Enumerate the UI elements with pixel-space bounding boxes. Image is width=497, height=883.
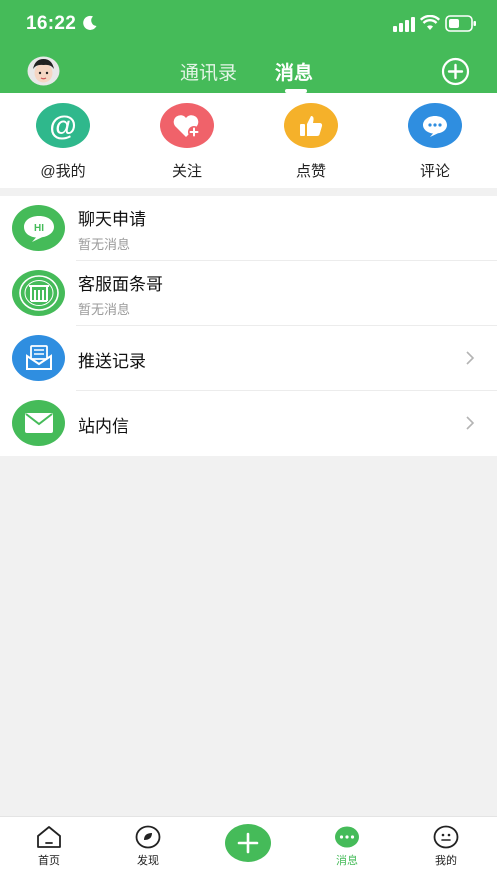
list-item-inbox[interactable]: 站内信 [0, 391, 497, 456]
row-title: 客服面条哥 [78, 275, 163, 294]
svg-text:HI: HI [34, 223, 44, 234]
list-item-push-records[interactable]: 推送记录 [0, 326, 497, 391]
tab-messages-bottom[interactable]: 消息 [317, 825, 377, 868]
discover-icon [135, 825, 161, 849]
battery-icon [445, 15, 476, 32]
tab-label: 我的 [435, 855, 457, 867]
bottom-tab-bar: 首页 发现 消息 我的 [0, 816, 497, 883]
service-logo-icon [12, 270, 65, 316]
push-inbox-icon [12, 335, 65, 381]
tab-profile[interactable]: 我的 [416, 825, 476, 868]
quick-action-label: 点赞 [295, 163, 326, 180]
chevron-right-icon [466, 351, 475, 365]
tab-contacts[interactable]: 通讯录 [180, 58, 237, 85]
wifi-icon [420, 15, 440, 30]
quick-action-label: 关注 [171, 163, 202, 180]
cellular-signal-icon [393, 17, 415, 32]
publish-button[interactable] [225, 824, 271, 862]
chevron-right-icon [466, 416, 475, 430]
message-list: HI 聊天申请 暂无消息 客服面条哥 暂无消息 推送记录 站内信 [0, 196, 497, 456]
status-bar: 16:22 [0, 0, 497, 48]
quick-action-label: 评论 [419, 163, 450, 180]
tab-label: 消息 [336, 855, 358, 867]
status-time: 16:22 [26, 13, 77, 34]
home-icon [37, 826, 61, 848]
moon-icon [83, 15, 97, 30]
quick-action-mentions[interactable]: @ @我的 [18, 103, 108, 181]
tab-discover[interactable]: 发现 [118, 825, 178, 868]
hi-bubble-icon: HI [12, 205, 65, 251]
quick-action-follow[interactable]: 关注 [142, 103, 232, 181]
row-title: 站内信 [78, 417, 129, 436]
row-title: 推送记录 [78, 352, 146, 371]
at-icon: @ [36, 103, 90, 148]
quick-actions: @ @我的 关注 点赞 评论 [0, 93, 497, 188]
quick-action-likes[interactable]: 点赞 [266, 103, 356, 181]
plus-icon [237, 832, 259, 854]
tab-messages[interactable]: 消息 [275, 58, 313, 85]
thumbs-up-icon [284, 103, 338, 148]
row-subtitle: 暂无消息 [78, 302, 131, 317]
avatar[interactable] [27, 56, 60, 86]
profile-icon [433, 825, 459, 849]
add-circle-icon[interactable] [441, 57, 470, 86]
heart-plus-icon [160, 103, 214, 148]
tab-label: 首页 [38, 855, 60, 867]
envelope-icon [12, 400, 65, 446]
quick-action-comments[interactable]: 评论 [390, 103, 480, 181]
row-subtitle: 暂无消息 [78, 237, 131, 252]
list-item-customer-service[interactable]: 客服面条哥 暂无消息 [0, 261, 497, 326]
chat-bubble-icon [408, 103, 462, 148]
tab-home[interactable]: 首页 [19, 825, 79, 868]
tab-label: 发现 [137, 855, 159, 867]
message-icon [335, 826, 359, 848]
list-item-chat-requests[interactable]: HI 聊天申请 暂无消息 [0, 196, 497, 261]
row-title: 聊天申请 [78, 210, 146, 229]
header: 16:22 通讯录 消息 [0, 0, 497, 93]
quick-action-label: @我的 [40, 163, 86, 180]
